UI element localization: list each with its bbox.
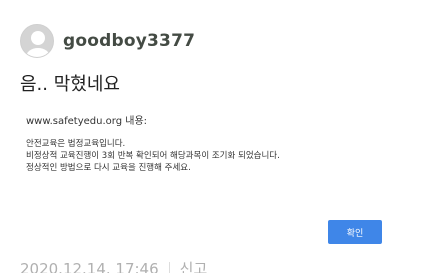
dialog-title: www.safetyedu.org 내용: <box>26 116 148 127</box>
avatar[interactable] <box>20 24 54 58</box>
comment-card: goodboy3377 음.. 막혔네요 www.safetyedu.org 내… <box>0 0 423 273</box>
alert-dialog-screenshot: www.safetyedu.org 내용: 안전교육은 법정교육입니다. 비정상… <box>20 102 392 252</box>
comment-text: 음.. 막혔네요 <box>20 74 120 95</box>
comment-meta: 2020.12.14. 17:46 신고 <box>20 258 207 273</box>
dialog-message-line: 정상적인 방법으로 다시 교육을 진행해 주세요. <box>26 163 191 173</box>
meta-divider <box>168 261 170 273</box>
author-name[interactable]: goodboy3377 <box>63 31 195 51</box>
dialog-message: 안전교육은 법정교육입니다. 비정상적 교육진행이 3회 반복 확인되어 해당과… <box>26 138 371 174</box>
ok-button[interactable]: 확인 <box>328 220 382 244</box>
default-user-avatar-icon <box>26 31 50 57</box>
comment-author: goodboy3377 <box>20 24 195 58</box>
dialog-message-line: 비정상적 교육진행이 3회 반복 확인되어 해당과목이 조기화 되었습니다. <box>26 151 280 161</box>
report-link[interactable]: 신고 <box>180 258 208 273</box>
comment-timestamp: 2020.12.14. 17:46 <box>20 259 159 273</box>
dialog-message-line: 안전교육은 법정교육입니다. <box>26 139 126 149</box>
